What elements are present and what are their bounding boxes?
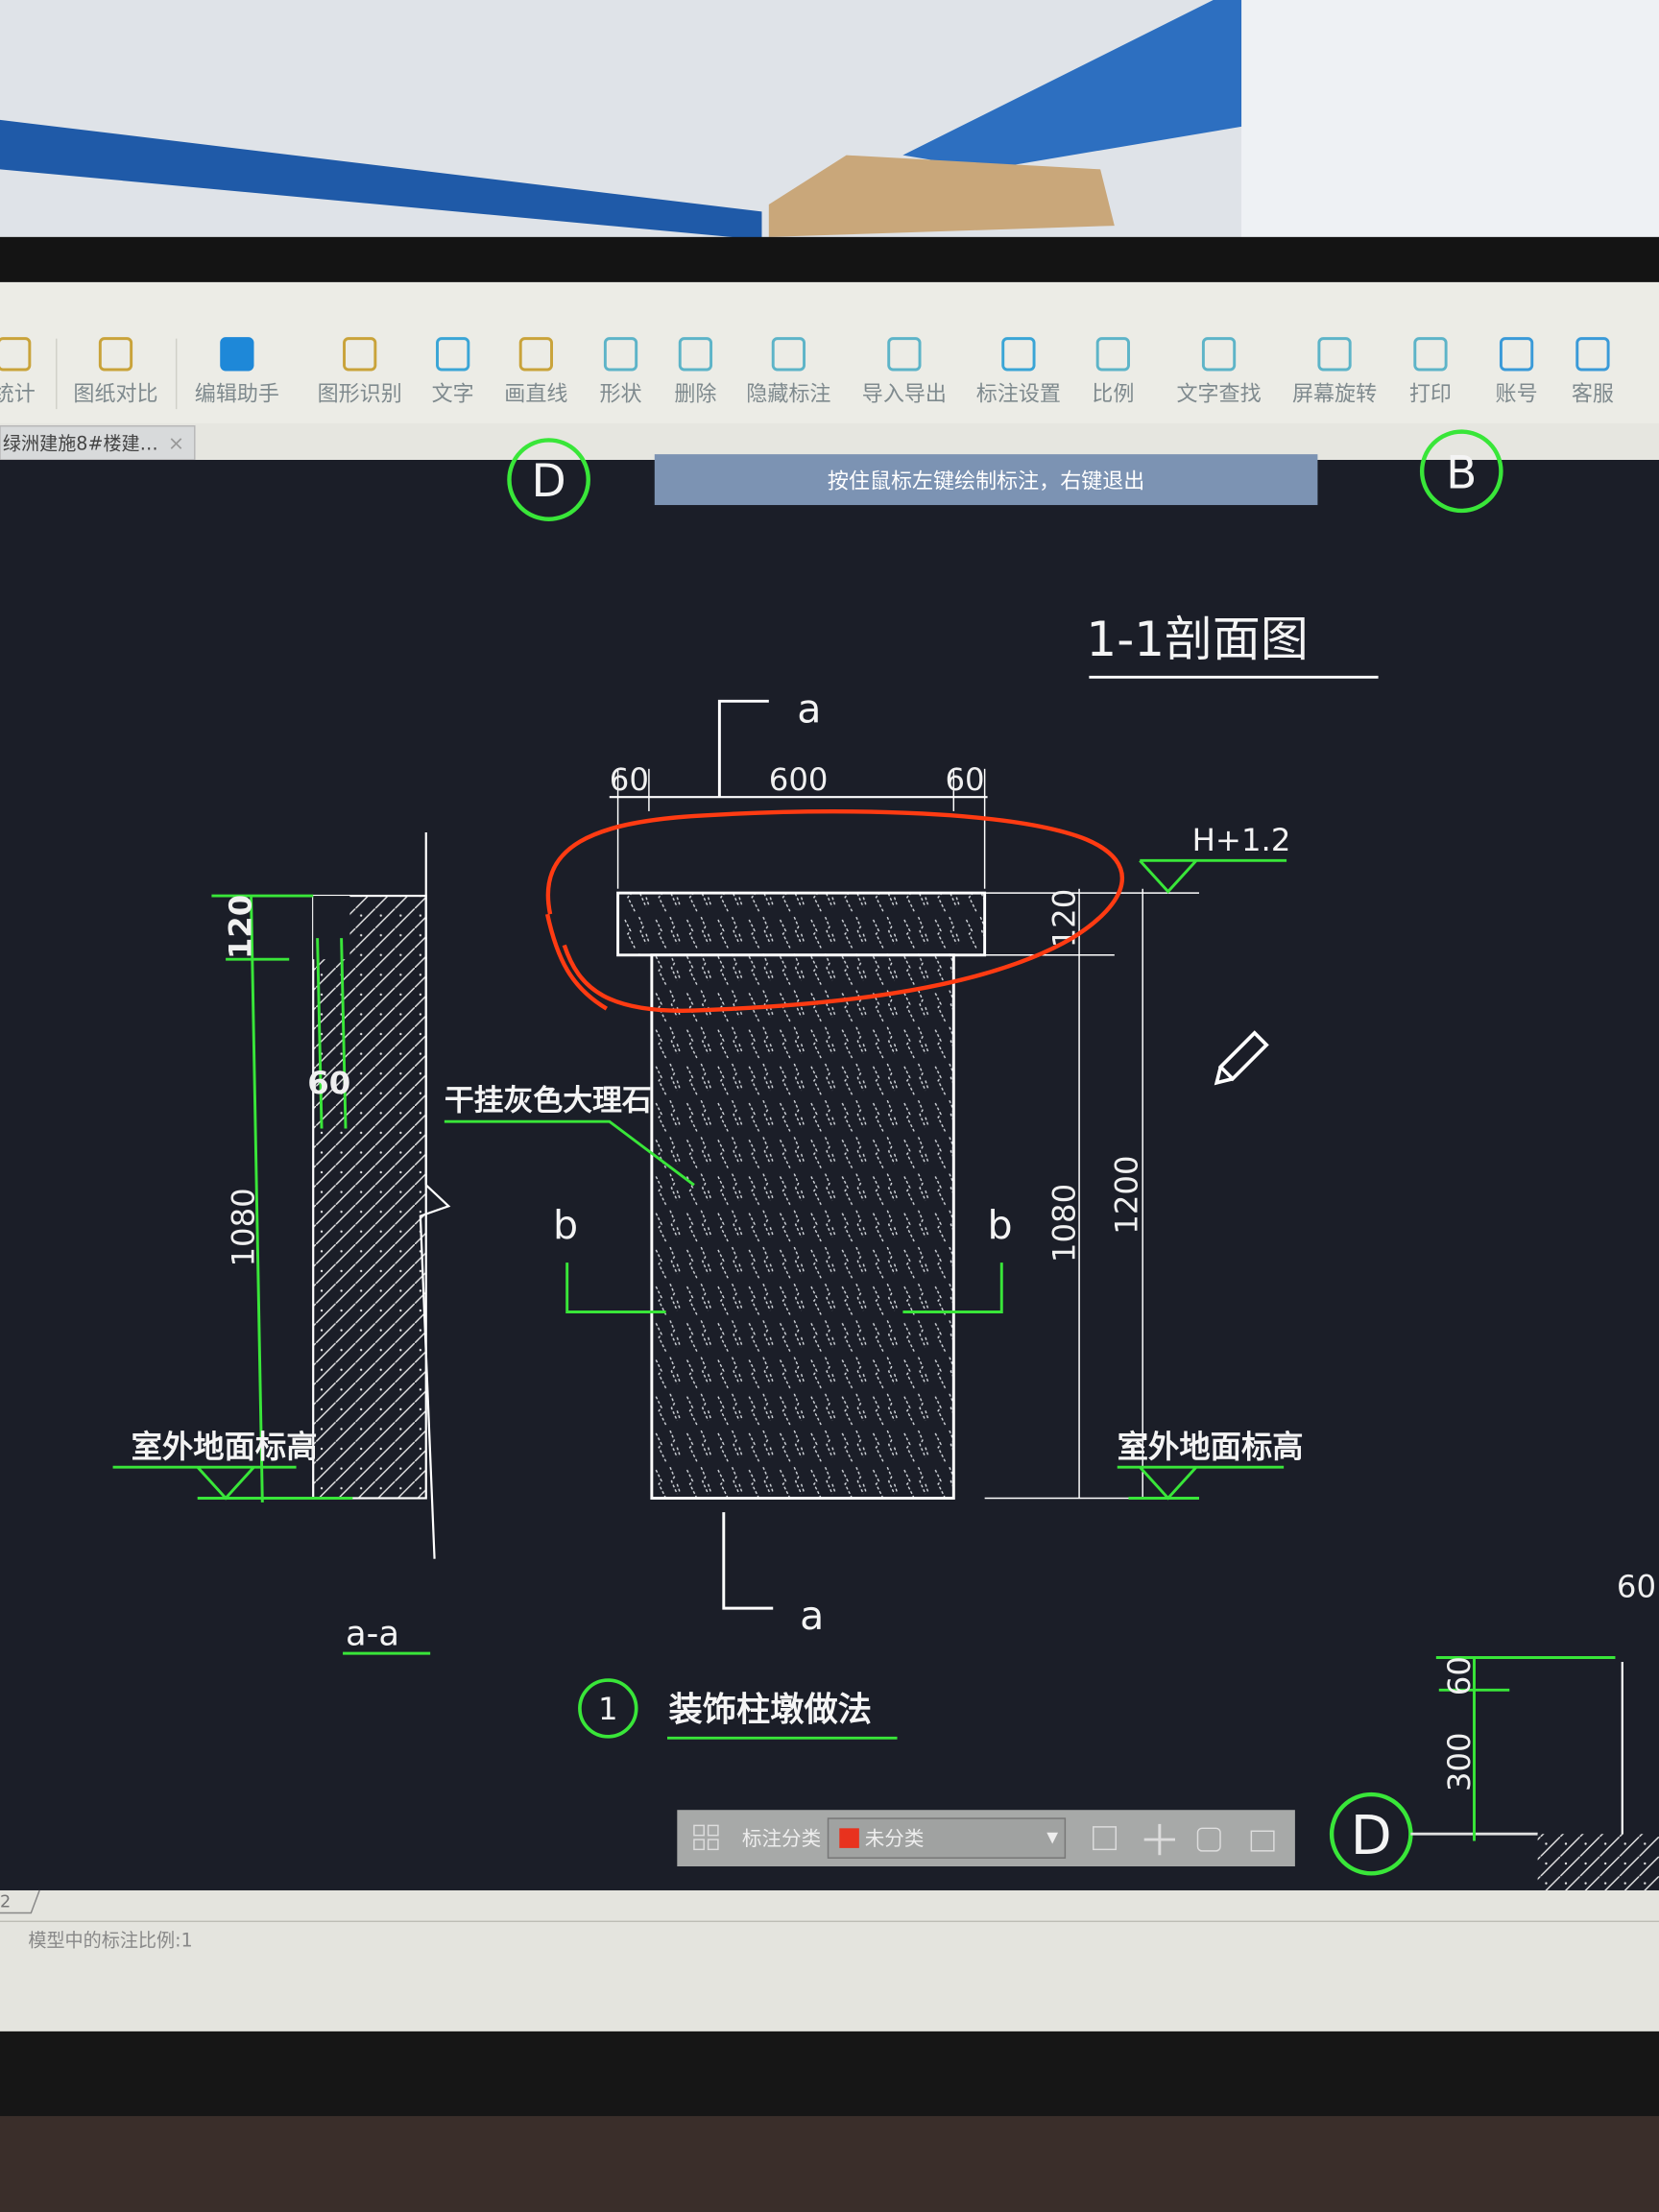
tab-drawing[interactable]: 绿洲建施8#楼建… × [0, 425, 196, 461]
material-label: 干挂灰色大理石 [445, 1083, 652, 1118]
toolbar-button-label: 形状 [599, 382, 641, 406]
ground-label-right: 室外地面标高 [1118, 1429, 1304, 1465]
toolbar-button-label: 客服 [1572, 382, 1614, 406]
status-text: 模型中的标注比例:1 [28, 1930, 192, 1952]
toolbar-button-label: 文字 [432, 382, 474, 406]
dim-120-right: 120 [1046, 889, 1083, 949]
dim-600: 600 [769, 761, 829, 798]
column-cap [616, 891, 987, 957]
tab-label: 绿洲建施8#楼建… [3, 433, 158, 455]
screen-photo: 统计 图纸对比 编辑助手 图形识别 文字 画直线 形状 删除 隐藏标注 导入导出 标注设置 比例 文字查… [0, 0, 1659, 2212]
annotation-category-label: 标注分类 [742, 1827, 821, 1850]
detail-number: 1 [598, 1691, 618, 1727]
dim-1080-left: 1080 [225, 1188, 261, 1266]
desk [0, 2116, 1659, 2212]
dim-1200: 1200 [1108, 1155, 1144, 1234]
toolbar-button-label: 屏幕旋转 [1292, 382, 1377, 406]
tab-close-icon[interactable]: × [168, 432, 184, 455]
dim-60-left: 60 [610, 761, 649, 798]
annotation-category-value: 未分类 [865, 1827, 925, 1850]
monitor-bezel [0, 236, 1659, 285]
section-title: 1-1剖面图 [1086, 612, 1308, 667]
cad-canvas[interactable]: 按住鼠标左键绘制标注，右键退出 D B D 1-1剖面图 a a 60 600 … [0, 429, 1659, 1890]
dim-60-aa: 60 [307, 1065, 350, 1101]
section-mark-b-left: b [553, 1202, 578, 1248]
toolbar-button-label: 画直线 [504, 382, 567, 406]
section-mark-a-top: a [797, 685, 821, 732]
room-background [0, 0, 1659, 254]
axis-label-d: D [531, 455, 565, 508]
column-shaft [650, 953, 955, 1500]
toolbar-button-label: 隐藏标注 [746, 382, 830, 406]
section-mark-b-right: b [988, 1202, 1013, 1248]
axis-label-b: B [1446, 446, 1477, 499]
section-mark-a-bottom: a [800, 1593, 824, 1639]
monitor-bottom-bezel [0, 2031, 1659, 2130]
dim-300: 300 [1441, 1732, 1478, 1791]
toolbar-button-label: 编辑助手 [195, 382, 279, 406]
dim-1080-right: 1080 [1046, 1184, 1083, 1262]
category-color-swatch [839, 1828, 859, 1848]
toolbar: 统计 图纸对比 编辑助手 图形识别 文字 画直线 形状 删除 隐藏标注 导入导出 标注设置 比例 文字查… [0, 281, 1659, 426]
dim-60-right: 60 [945, 761, 984, 798]
axis-label-d2: D [1351, 1805, 1392, 1867]
toolbar-button-label: 打印 [1409, 382, 1452, 406]
toolbar-button-label: 删除 [674, 382, 716, 406]
toolbar-button-label: 导入导出 [862, 382, 947, 406]
toolbar-button-label: 文字查找 [1176, 382, 1261, 406]
ground-label-left: 室外地面标高 [132, 1429, 318, 1465]
toolbar-button-label: 账号 [1496, 382, 1538, 406]
annotation-category-select[interactable]: 未分类 [827, 1817, 1067, 1859]
status-area: 2 模型中的标注比例:1 [0, 1889, 1659, 2032]
aa-section-label: a-a [346, 1614, 399, 1653]
layout-tab[interactable]: 2 [0, 1893, 11, 1912]
edit-assistant-icon [220, 337, 254, 372]
hint-text: 按住鼠标左键绘制标注，右键退出 [828, 469, 1144, 493]
dim-60-partial-v: 60 [1441, 1656, 1478, 1695]
toolbar-button-label: 图纸对比 [73, 382, 157, 406]
dim-120-left: 120 [223, 895, 259, 959]
toolbar-button-label: 统计 [0, 382, 36, 406]
dim-60-partial: 60 [1617, 1568, 1656, 1604]
annotation-bar: 标注分类 未分类 [677, 1810, 1295, 1866]
toolbar-button-label: 比例 [1092, 382, 1134, 406]
elevation-label: H+1.2 [1192, 822, 1291, 858]
toolbar-button-label: 标注设置 [976, 382, 1061, 406]
detail-title: 装饰柱墩做法 [668, 1691, 872, 1730]
toolbar-button-label: 图形识别 [318, 382, 402, 406]
